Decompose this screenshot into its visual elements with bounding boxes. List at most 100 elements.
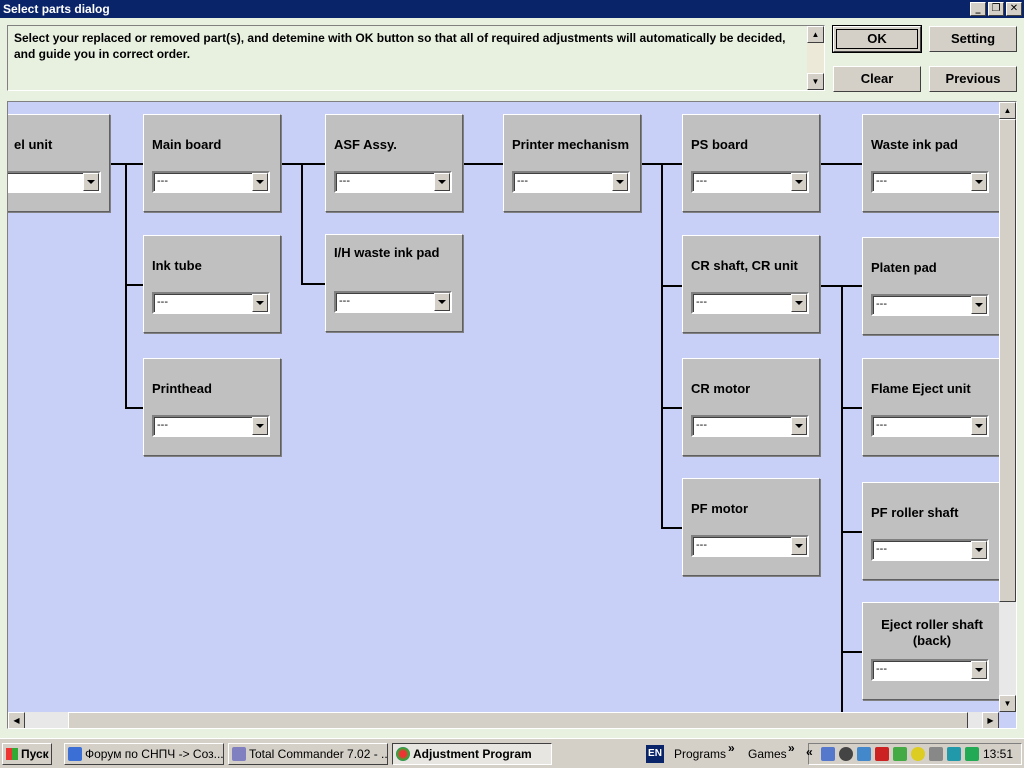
instruction-scrollbar[interactable]: ▲ ▼ — [807, 26, 824, 90]
part-select[interactable]: --- — [512, 171, 630, 193]
dropdown-arrow-icon[interactable] — [971, 296, 987, 314]
part-platen-pad: Platen pad --- — [862, 237, 1000, 335]
title-bar: Select parts dialog _ ❐ ✕ — [0, 0, 1024, 18]
part-select[interactable]: --- — [871, 415, 989, 437]
part-select[interactable]: --- — [152, 292, 270, 314]
part-select[interactable]: --- — [691, 415, 809, 437]
part-select[interactable]: --- — [334, 291, 452, 313]
horizontal-scroll-thumb[interactable] — [68, 712, 968, 728]
part-select[interactable]: --- — [871, 659, 989, 681]
part-printhead: Printhead --- — [143, 358, 281, 456]
dropdown-arrow-icon[interactable] — [791, 537, 807, 555]
part-flame-eject-unit: Flame Eject unit --- — [862, 358, 1000, 456]
start-button[interactable]: Пуск — [2, 743, 52, 765]
volume-icon[interactable] — [929, 747, 943, 761]
close-button[interactable]: ✕ — [1006, 2, 1022, 16]
task-forum[interactable]: Форум по СНПЧ -> Соз... — [64, 743, 224, 765]
part-ih-waste-ink-pad: I/H waste ink pad --- — [325, 234, 463, 332]
part-label: Main board — [152, 137, 222, 152]
chevron-icon[interactable]: » — [788, 741, 795, 755]
dropdown-arrow-icon[interactable] — [971, 417, 987, 435]
scroll-left-icon[interactable]: ◀ — [8, 712, 25, 728]
part-select[interactable]: --- — [691, 171, 809, 193]
ok-button[interactable]: OK — [833, 26, 921, 52]
part-label: el unit — [14, 137, 53, 152]
network-icon[interactable] — [821, 747, 835, 761]
dropdown-arrow-icon[interactable] — [434, 173, 450, 191]
scroll-up-icon[interactable]: ▲ — [807, 26, 824, 43]
leaf-icon[interactable] — [893, 747, 907, 761]
part-select[interactable]: --- — [871, 294, 989, 316]
scroll-down-icon[interactable]: ▼ — [807, 73, 824, 90]
scroll-down-icon[interactable]: ▼ — [999, 695, 1016, 712]
browser-icon — [68, 747, 82, 761]
monitor-icon[interactable] — [947, 747, 961, 761]
part-waste-ink-pad: Waste ink pad --- — [862, 114, 1000, 212]
dropdown-arrow-icon[interactable] — [252, 173, 268, 191]
chevron-icon[interactable]: » — [728, 741, 735, 755]
display-icon[interactable] — [857, 747, 871, 761]
dropdown-arrow-icon[interactable] — [791, 417, 807, 435]
vertical-scroll-thumb[interactable] — [999, 119, 1016, 602]
dropdown-arrow-icon[interactable] — [971, 173, 987, 191]
part-label: Eject roller shaft (back) — [881, 617, 983, 648]
dropdown-arrow-icon[interactable] — [791, 173, 807, 191]
clear-button[interactable]: Clear — [833, 66, 921, 92]
tray-expand-icon[interactable]: « — [806, 745, 813, 759]
part-select[interactable]: --- — [871, 171, 989, 193]
toolbar-games[interactable]: Games — [748, 747, 787, 761]
k-icon[interactable] — [875, 747, 889, 761]
minimize-button[interactable]: _ — [970, 2, 986, 16]
update-icon[interactable] — [965, 747, 979, 761]
windows-logo-icon — [6, 748, 18, 760]
dropdown-arrow-icon[interactable] — [83, 173, 99, 191]
start-label: Пуск — [21, 747, 49, 761]
task-total-commander[interactable]: Total Commander 7.02 - ... — [228, 743, 388, 765]
dropdown-arrow-icon[interactable] — [252, 294, 268, 312]
part-select[interactable]: --- — [691, 292, 809, 314]
part-pf-roller-shaft: PF roller shaft --- — [862, 482, 1000, 580]
part-label: Printer mechanism — [512, 137, 630, 152]
drop-icon[interactable] — [839, 747, 853, 761]
system-tray: « 13:51 — [806, 743, 1022, 765]
part-label: CR shaft, CR unit — [691, 258, 798, 273]
scroll-up-icon[interactable]: ▲ — [999, 102, 1016, 119]
previous-button[interactable]: Previous — [929, 66, 1017, 92]
part-label: PF roller shaft — [871, 505, 959, 520]
part-select[interactable]: --- — [334, 171, 452, 193]
task-label: Adjustment Program — [413, 747, 532, 761]
floppy-icon — [232, 747, 246, 761]
setting-button[interactable]: Setting — [929, 26, 1017, 52]
part-select[interactable]: --- — [152, 171, 270, 193]
dropdown-arrow-icon[interactable] — [434, 293, 450, 311]
app-root: Select parts dialog _ ❐ ✕ Select your re… — [0, 0, 1024, 768]
dropdown-arrow-icon[interactable] — [971, 541, 987, 559]
dropdown-arrow-icon[interactable] — [791, 294, 807, 312]
diagram-vertical-scrollbar[interactable]: ▲ ▼ — [999, 102, 1016, 712]
part-label: Printhead — [152, 381, 212, 396]
part-select[interactable]: --- — [691, 535, 809, 557]
app-icon — [396, 747, 410, 761]
part-select[interactable]: --- — [152, 415, 270, 437]
toolbar-programs[interactable]: Programs — [674, 747, 726, 761]
dropdown-arrow-icon[interactable] — [971, 661, 987, 679]
dropdown-arrow-icon[interactable] — [612, 173, 628, 191]
part-cr-shaft: CR shaft, CR unit --- — [682, 235, 820, 333]
clock[interactable]: 13:51 — [983, 747, 1013, 761]
dropdown-arrow-icon[interactable] — [252, 417, 268, 435]
part-select[interactable]: --- — [871, 539, 989, 561]
part-label: Platen pad — [871, 260, 937, 275]
smiley-icon[interactable] — [911, 747, 925, 761]
task-adjustment-program[interactable]: Adjustment Program — [392, 743, 552, 765]
part-label: Waste ink pad — [871, 137, 958, 152]
language-indicator[interactable]: EN — [646, 745, 664, 763]
part-label: Ink tube — [152, 258, 202, 273]
part-label: ASF Assy. — [334, 137, 397, 152]
scroll-right-icon[interactable]: ▶ — [982, 712, 999, 728]
task-label: Total Commander 7.02 - ... — [249, 747, 388, 761]
diagram-horizontal-scrollbar[interactable]: ◀ ▶ — [8, 712, 999, 728]
window-controls: _ ❐ ✕ — [970, 2, 1022, 16]
maximize-button[interactable]: ❐ — [988, 2, 1004, 16]
part-pf-motor: PF motor --- — [682, 478, 820, 576]
part-select[interactable] — [8, 171, 101, 193]
